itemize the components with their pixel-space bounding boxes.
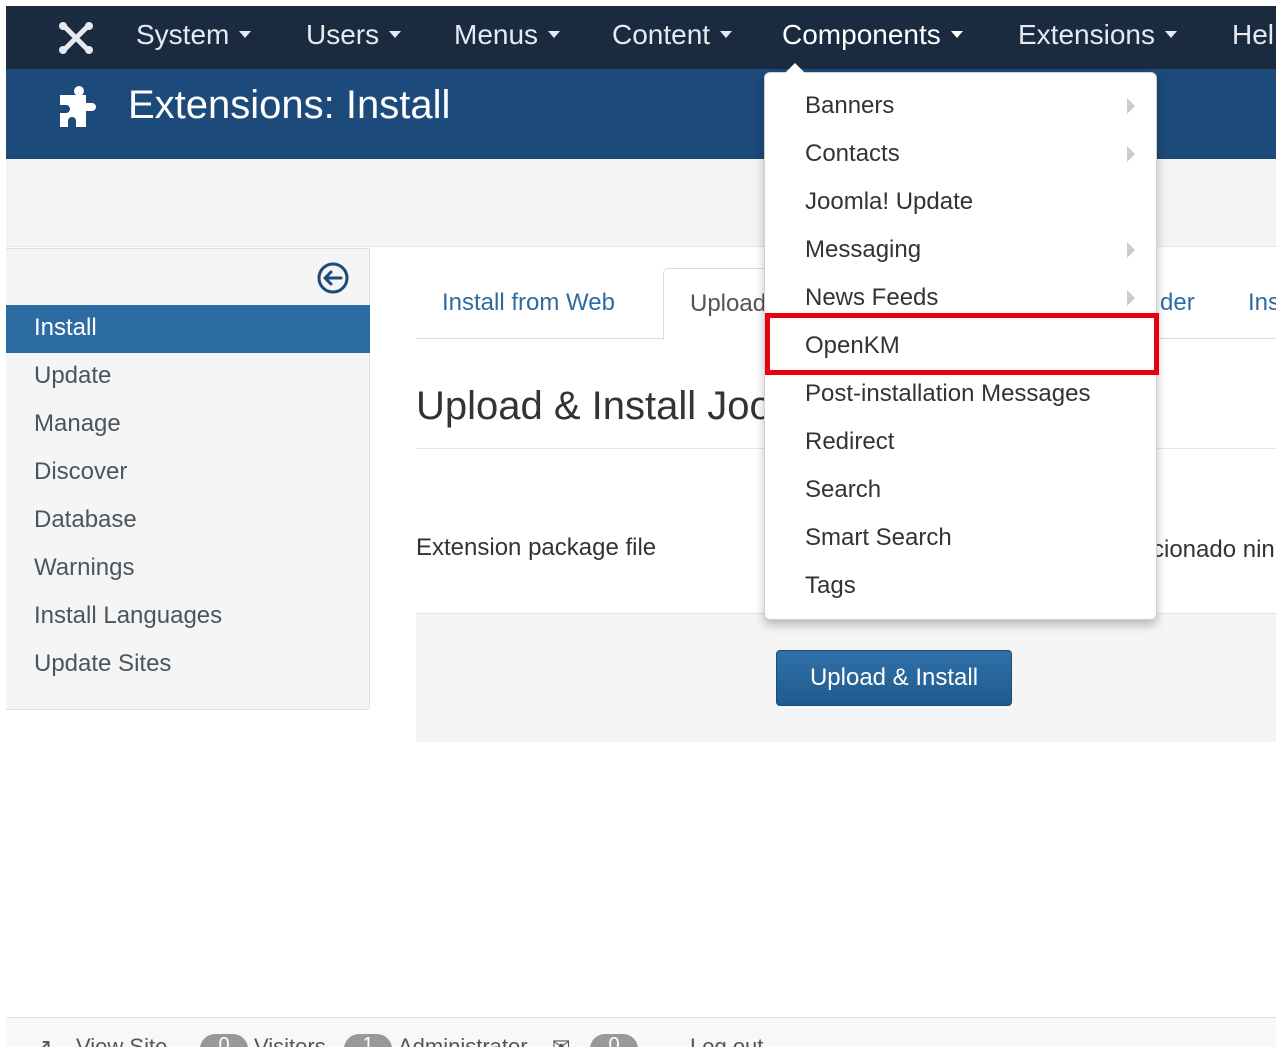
puzzle-icon xyxy=(60,86,96,127)
menu-item-post-installation-messages[interactable]: Post-installation Messages xyxy=(765,370,1156,418)
view-site-link[interactable]: View Site xyxy=(76,1034,167,1047)
submenu-arrow-icon xyxy=(1127,290,1135,306)
menu-item-joomla-update[interactable]: Joomla! Update xyxy=(765,178,1156,226)
caret-down-icon xyxy=(950,31,963,39)
nav-users[interactable]: Users xyxy=(306,6,402,69)
upload-install-button[interactable]: Upload & Install xyxy=(776,650,1012,706)
messages-count-badge: 0 xyxy=(590,1034,638,1047)
openkm-highlight-box xyxy=(765,313,1159,375)
sidebar-item-update-sites[interactable]: Update Sites xyxy=(6,641,370,689)
joomla-logo-icon[interactable] xyxy=(56,20,96,56)
caret-down-icon xyxy=(720,31,733,39)
menu-item-redirect[interactable]: Redirect xyxy=(765,418,1156,466)
sidebar-item-manage[interactable]: Manage xyxy=(6,401,370,449)
caret-down-icon xyxy=(548,31,561,39)
menu-item-messaging[interactable]: Messaging xyxy=(765,226,1156,274)
menu-item-tags[interactable]: Tags xyxy=(765,562,1156,610)
submenu-arrow-icon xyxy=(1127,146,1135,162)
nav-components[interactable]: Components xyxy=(782,6,963,69)
sidebar-item-install-languages[interactable]: Install Languages xyxy=(6,593,370,641)
caret-down-icon xyxy=(1164,31,1177,39)
tab-install-from-web[interactable]: Install from Web xyxy=(442,268,615,340)
menu-item-smart-search[interactable]: Smart Search xyxy=(765,514,1156,562)
sidebar-item-database[interactable]: Database xyxy=(6,497,370,545)
menu-item-search[interactable]: Search xyxy=(765,466,1156,514)
visitors-count-badge: 0 xyxy=(200,1034,248,1047)
logout-link[interactable]: Log out xyxy=(690,1034,763,1047)
page-title: Extensions: Install xyxy=(128,83,451,127)
minus-icon: — xyxy=(650,1034,672,1047)
admin-count-badge: 1 xyxy=(344,1034,392,1047)
file-input-status[interactable]: cionado nin xyxy=(1152,536,1276,564)
top-navbar: System Users Menus Content Components Ex… xyxy=(6,6,1276,69)
status-footer: ↗ View Site 0 Visitors 1 Administrator ✉… xyxy=(6,1017,1276,1047)
menu-item-banners[interactable]: Banners xyxy=(765,82,1156,130)
nav-help[interactable]: Hel xyxy=(1232,6,1276,69)
sidebar-item-install[interactable]: Install xyxy=(6,305,370,353)
tab-install-from-folder[interactable]: der xyxy=(1160,268,1195,340)
sidebar-item-warnings[interactable]: Warnings xyxy=(6,545,370,593)
administrator-label: Administrator xyxy=(398,1034,528,1047)
sidebar-item-update[interactable]: Update xyxy=(6,353,370,401)
submenu-arrow-icon xyxy=(1127,242,1135,258)
package-file-label: Extension package file xyxy=(416,534,657,561)
sidebar-item-discover[interactable]: Discover xyxy=(6,449,370,497)
visitors-label: Visitors xyxy=(254,1034,326,1047)
nav-system[interactable]: System xyxy=(136,6,252,69)
envelope-icon: ✉ xyxy=(552,1034,571,1047)
dropdown-arrow xyxy=(785,63,805,73)
collapse-sidebar-icon[interactable] xyxy=(316,261,350,295)
sidebar: Install Update Manage Discover Database … xyxy=(6,248,370,710)
submenu-arrow-icon xyxy=(1127,98,1135,114)
nav-menus[interactable]: Menus xyxy=(454,6,561,69)
caret-down-icon xyxy=(239,31,252,39)
nav-content[interactable]: Content xyxy=(612,6,733,69)
menu-item-contacts[interactable]: Contacts xyxy=(765,130,1156,178)
nav-extensions[interactable]: Extensions xyxy=(1018,6,1177,69)
caret-down-icon xyxy=(389,31,402,39)
external-link-icon: ↗ xyxy=(34,1034,53,1047)
tab-install-from-url[interactable]: Ins xyxy=(1248,268,1276,340)
